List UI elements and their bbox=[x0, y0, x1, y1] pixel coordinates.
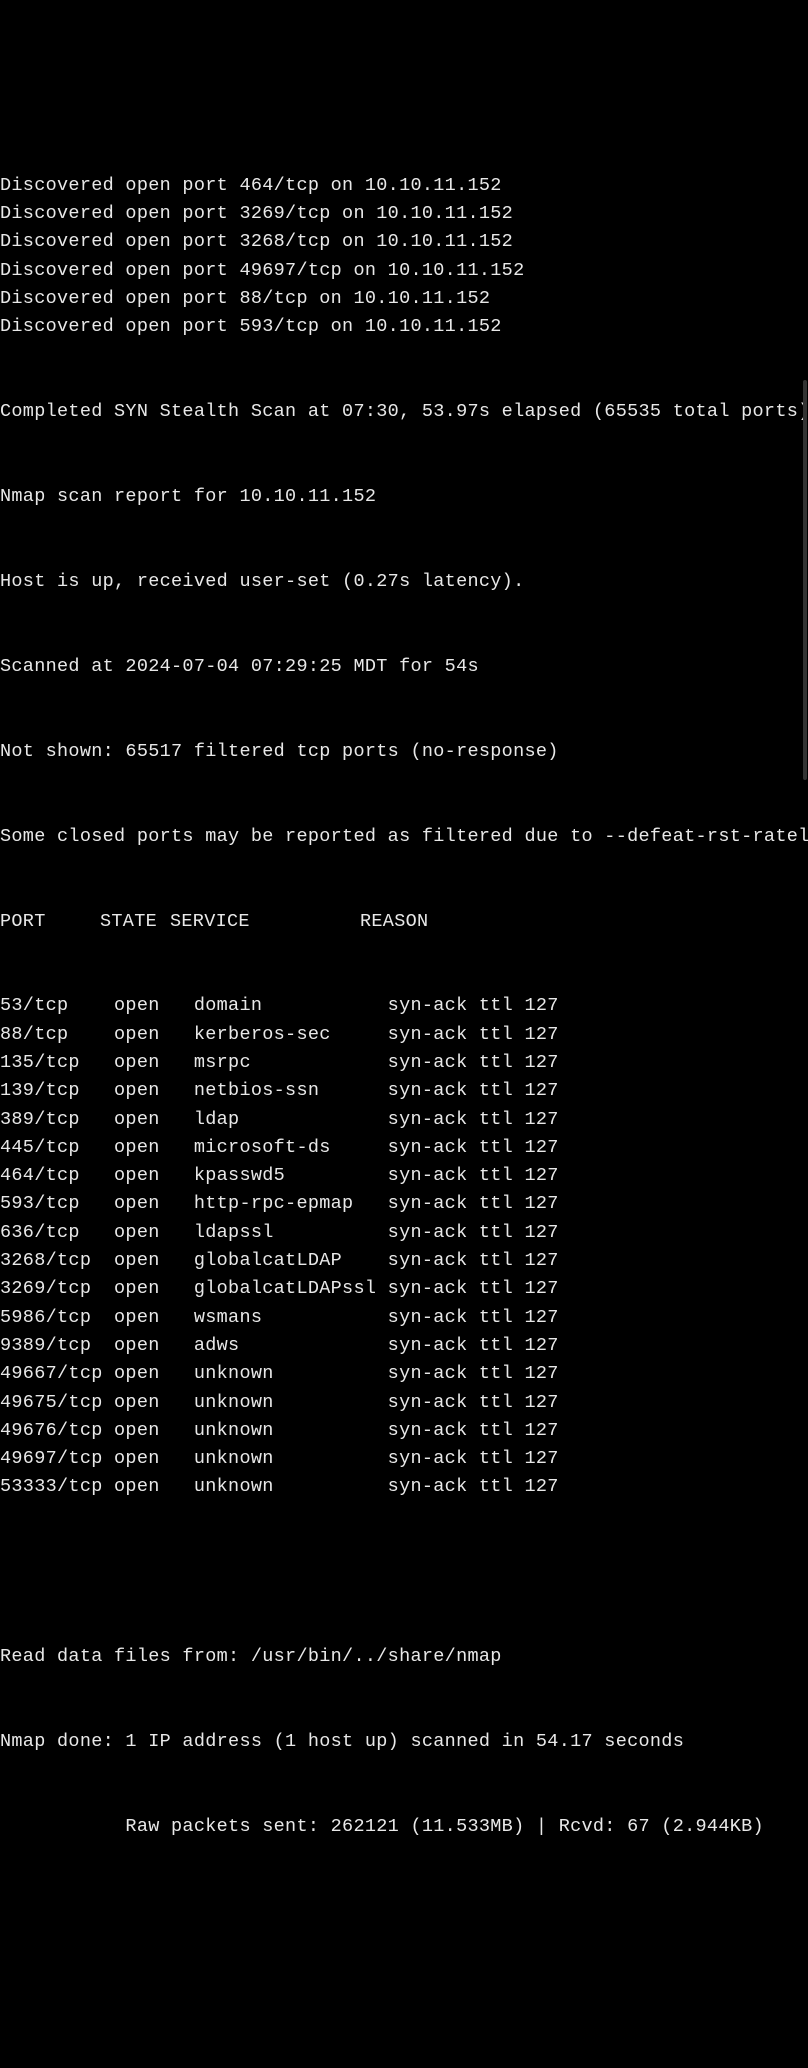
port-row: 636/tcp open ldapssl syn-ack ttl 127 bbox=[0, 1219, 808, 1247]
raw-packets-line: Raw packets sent: 262121 (11.533MB) | Rc… bbox=[0, 1813, 808, 1841]
discovered-port-line: Discovered open port 3269/tcp on 10.10.1… bbox=[0, 200, 808, 228]
header-service: SERVICE bbox=[170, 908, 360, 936]
terminal-output: Discovered open port 464/tcp on 10.10.11… bbox=[0, 113, 808, 1869]
discovered-port-line: Discovered open port 464/tcp on 10.10.11… bbox=[0, 172, 808, 200]
discovered-ports-block: Discovered open port 464/tcp on 10.10.11… bbox=[0, 172, 808, 342]
scrollbar-thumb[interactable] bbox=[803, 380, 807, 780]
scanned-at-line: Scanned at 2024-07-04 07:29:25 MDT for 5… bbox=[0, 653, 808, 681]
nmap-done-line: Nmap done: 1 IP address (1 host up) scan… bbox=[0, 1728, 808, 1756]
host-up-line: Host is up, received user-set (0.27s lat… bbox=[0, 568, 808, 596]
discovered-port-line: Discovered open port 3268/tcp on 10.10.1… bbox=[0, 228, 808, 256]
port-table-body: 53/tcp open domain syn-ack ttl 12788/tcp… bbox=[0, 992, 808, 1501]
blank-line bbox=[0, 1558, 808, 1586]
closed-note-line: Some closed ports may be reported as fil… bbox=[0, 823, 808, 851]
port-row: 139/tcp open netbios-ssn syn-ack ttl 127 bbox=[0, 1077, 808, 1105]
port-row: 53333/tcp open unknown syn-ack ttl 127 bbox=[0, 1473, 808, 1501]
port-row: 88/tcp open kerberos-sec syn-ack ttl 127 bbox=[0, 1021, 808, 1049]
header-reason: REASON bbox=[360, 908, 428, 936]
port-row: 593/tcp open http-rpc-epmap syn-ack ttl … bbox=[0, 1190, 808, 1218]
port-row: 49697/tcp open unknown syn-ack ttl 127 bbox=[0, 1445, 808, 1473]
port-row: 9389/tcp open adws syn-ack ttl 127 bbox=[0, 1332, 808, 1360]
scan-complete-line: Completed SYN Stealth Scan at 07:30, 53.… bbox=[0, 398, 808, 426]
scan-report-line: Nmap scan report for 10.10.11.152 bbox=[0, 483, 808, 511]
port-row: 5986/tcp open wsmans syn-ack ttl 127 bbox=[0, 1304, 808, 1332]
port-row: 464/tcp open kpasswd5 syn-ack ttl 127 bbox=[0, 1162, 808, 1190]
port-row: 3269/tcp open globalcatLDAPssl syn-ack t… bbox=[0, 1275, 808, 1303]
port-row: 3268/tcp open globalcatLDAP syn-ack ttl … bbox=[0, 1247, 808, 1275]
discovered-port-line: Discovered open port 593/tcp on 10.10.11… bbox=[0, 313, 808, 341]
header-port: PORT bbox=[0, 908, 100, 936]
header-state: STATE bbox=[100, 908, 170, 936]
discovered-port-line: Discovered open port 88/tcp on 10.10.11.… bbox=[0, 285, 808, 313]
port-row: 49676/tcp open unknown syn-ack ttl 127 bbox=[0, 1417, 808, 1445]
port-row: 135/tcp open msrpc syn-ack ttl 127 bbox=[0, 1049, 808, 1077]
port-row: 53/tcp open domain syn-ack ttl 127 bbox=[0, 992, 808, 1020]
port-row: 389/tcp open ldap syn-ack ttl 127 bbox=[0, 1106, 808, 1134]
port-row: 49667/tcp open unknown syn-ack ttl 127 bbox=[0, 1360, 808, 1388]
discovered-port-line: Discovered open port 49697/tcp on 10.10.… bbox=[0, 257, 808, 285]
scrollbar[interactable] bbox=[802, 0, 808, 1052]
port-row: 49675/tcp open unknown syn-ack ttl 127 bbox=[0, 1389, 808, 1417]
not-shown-line: Not shown: 65517 filtered tcp ports (no-… bbox=[0, 738, 808, 766]
data-files-line: Read data files from: /usr/bin/../share/… bbox=[0, 1643, 808, 1671]
port-table-header: PORTSTATESERVICEREASON bbox=[0, 908, 808, 936]
port-row: 445/tcp open microsoft-ds syn-ack ttl 12… bbox=[0, 1134, 808, 1162]
